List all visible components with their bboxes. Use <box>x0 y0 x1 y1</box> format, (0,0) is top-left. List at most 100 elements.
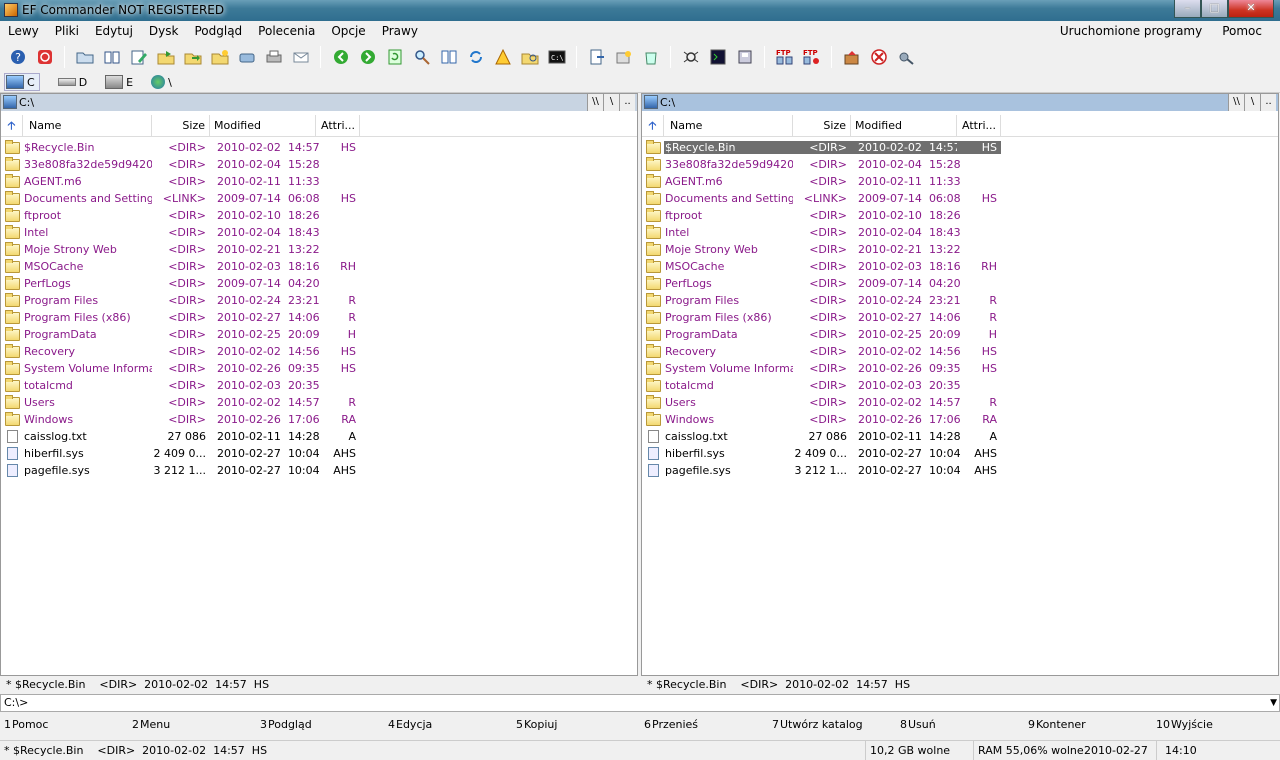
root-button[interactable]: \ <box>1244 94 1260 111</box>
disk-tool-icon[interactable] <box>734 46 756 68</box>
table-row[interactable]: AGENT.m6 <DIR> 2010-02-11 11:33 <box>1 173 637 190</box>
column-size[interactable]: Size <box>152 115 210 136</box>
table-row[interactable]: ftproot <DIR> 2010-02-10 18:26 <box>642 207 1278 224</box>
compare-icon[interactable] <box>438 46 460 68</box>
drive-c-button[interactable]: C <box>4 73 40 91</box>
table-row[interactable]: PerfLogs <DIR> 2009-07-14 04:20 <box>1 275 637 292</box>
up-arrow-icon[interactable]: 🡡 <box>1 115 23 136</box>
f5-copy-button[interactable]: 5Kopiuj <box>512 716 640 734</box>
chevron-down-icon[interactable]: ▼ <box>1270 695 1277 711</box>
warning-icon[interactable] <box>492 46 514 68</box>
print-icon[interactable] <box>263 46 285 68</box>
table-row[interactable]: totalcmd <DIR> 2010-02-03 20:35 <box>1 377 637 394</box>
menu-opcje[interactable]: Opcje <box>323 21 373 42</box>
f7-mkdir-button[interactable]: 7Utwórz katalog <box>768 716 896 734</box>
back-icon[interactable] <box>330 46 352 68</box>
bug-icon[interactable] <box>680 46 702 68</box>
table-row[interactable]: pagefile.sys 3 212 1... 2010-02-27 10:04 AHS <box>1 462 637 479</box>
menu-polecenia[interactable]: Polecenia <box>250 21 323 42</box>
table-row[interactable]: caisslog.txt 27 086 2010-02-11 14:28 A <box>642 428 1278 445</box>
column-attributes[interactable]: Attri... <box>957 115 1001 136</box>
table-row[interactable]: Users <DIR> 2010-02-02 14:57 R <box>1 394 637 411</box>
table-row[interactable]: 33e808fa32de59d9420... <DIR> 2010-02-04 15:… <box>642 156 1278 173</box>
table-row[interactable]: Recovery <DIR> 2010-02-02 14:56 HS <box>1 343 637 360</box>
table-row[interactable]: MSOCache <DIR> 2010-02-03 18:16 RH <box>1 258 637 275</box>
command-line-input[interactable]: C:\> ▼ <box>0 694 1280 712</box>
parent-button[interactable]: .. <box>619 94 635 111</box>
menu-prawy[interactable]: Prawy <box>374 21 426 42</box>
network-drive-button[interactable]: \ <box>151 75 172 89</box>
table-row[interactable]: AGENT.m6 <DIR> 2010-02-11 11:33 <box>642 173 1278 190</box>
sync-icon[interactable] <box>465 46 487 68</box>
table-row[interactable]: ftproot <DIR> 2010-02-10 18:26 <box>1 207 637 224</box>
f2-menu-button[interactable]: 2Menu <box>128 716 256 734</box>
right-path-bar[interactable]: C:\ \\ \ .. <box>642 94 1278 111</box>
network-root-button[interactable]: \\ <box>1228 94 1244 111</box>
menu-pliki[interactable]: Pliki <box>47 21 87 42</box>
table-row[interactable]: Windows <DIR> 2010-02-26 17:06 RA <box>642 411 1278 428</box>
terminal-icon[interactable] <box>707 46 729 68</box>
menu-lewy[interactable]: Lewy <box>0 21 47 42</box>
new-folder-icon[interactable] <box>209 46 231 68</box>
column-modified[interactable]: Modified <box>851 115 957 136</box>
recycle-icon[interactable] <box>640 46 662 68</box>
console-icon[interactable]: C:\ <box>546 46 568 68</box>
book-icon[interactable] <box>101 46 123 68</box>
column-size[interactable]: Size <box>793 115 851 136</box>
menu-edytuj[interactable]: Edytuj <box>87 21 141 42</box>
table-row[interactable]: Program Files <DIR> 2010-02-24 23:21 R <box>642 292 1278 309</box>
tools-icon[interactable] <box>895 46 917 68</box>
table-row[interactable]: hiberfil.sys 2 409 0... 2010-02-27 10:04 AHS <box>1 445 637 462</box>
search-icon[interactable] <box>411 46 433 68</box>
column-modified[interactable]: Modified <box>210 115 316 136</box>
table-row[interactable]: totalcmd <DIR> 2010-02-03 20:35 <box>642 377 1278 394</box>
table-row[interactable]: ProgramData <DIR> 2010-02-25 20:09 H <box>642 326 1278 343</box>
maximize-button[interactable]: □ <box>1201 0 1228 18</box>
table-row[interactable]: Moje Strony Web <DIR> 2010-02-21 13:22 <box>642 241 1278 258</box>
f8-delete-button[interactable]: 8Usuń <box>896 716 1024 734</box>
menu-dysk[interactable]: Dysk <box>141 21 187 42</box>
ftp-connect-icon[interactable]: FTP <box>774 46 796 68</box>
table-row[interactable]: Intel <DIR> 2010-02-04 18:43 <box>642 224 1278 241</box>
f3-view-button[interactable]: 3Podgląd <box>256 716 384 734</box>
column-name[interactable]: Name <box>664 115 793 136</box>
folder-open-icon[interactable] <box>74 46 96 68</box>
left-path-bar[interactable]: C:\ \\ \ .. <box>1 94 637 111</box>
menu-pomoc[interactable]: Pomoc <box>1212 21 1272 42</box>
f10-exit-button[interactable]: 10Wyjście <box>1152 716 1280 734</box>
f1-pomoc-button[interactable]: 1Pomoc <box>0 716 128 734</box>
table-row[interactable]: Documents and Settings <LINK> 2009-07-14 06… <box>1 190 637 207</box>
table-row[interactable]: System Volume Informa... <DIR> 2010-02-26 0… <box>642 360 1278 377</box>
exit-doc-icon[interactable] <box>586 46 608 68</box>
move-icon[interactable] <box>182 46 204 68</box>
table-row[interactable]: Program Files (x86) <DIR> 2010-02-27 14:06 R <box>1 309 637 326</box>
f4-edit-button[interactable]: 4Edycja <box>384 716 512 734</box>
power-icon[interactable] <box>34 46 56 68</box>
forward-icon[interactable] <box>357 46 379 68</box>
column-name[interactable]: Name <box>23 115 152 136</box>
table-row[interactable]: System Volume Informa... <DIR> 2010-02-26 0… <box>1 360 637 377</box>
table-row[interactable]: PerfLogs <DIR> 2009-07-14 04:20 <box>642 275 1278 292</box>
find-folder-icon[interactable] <box>519 46 541 68</box>
table-row[interactable]: caisslog.txt 27 086 2010-02-11 14:28 A <box>1 428 637 445</box>
edit-icon[interactable] <box>128 46 150 68</box>
network-root-button[interactable]: \\ <box>587 94 603 111</box>
install-icon[interactable] <box>841 46 863 68</box>
f9-container-button[interactable]: 9Kontener <box>1024 716 1152 734</box>
menu-running-programs[interactable]: Uruchomione programy <box>1050 21 1212 42</box>
drive-icon[interactable] <box>236 46 258 68</box>
column-attributes[interactable]: Attri... <box>316 115 360 136</box>
table-row[interactable]: Moje Strony Web <DIR> 2010-02-21 13:22 <box>1 241 637 258</box>
table-row[interactable]: Documents and Settings <LINK> 2009-07-14 06… <box>642 190 1278 207</box>
table-row[interactable]: ProgramData <DIR> 2010-02-25 20:09 H <box>1 326 637 343</box>
table-row[interactable]: Recovery <DIR> 2010-02-02 14:56 HS <box>642 343 1278 360</box>
table-row[interactable]: $Recycle.Bin <DIR> 2010-02-02 14:57 HS <box>1 139 637 156</box>
mail-icon[interactable] <box>290 46 312 68</box>
table-row[interactable]: 33e808fa32de59d9420... <DIR> 2010-02-04 15:… <box>1 156 637 173</box>
drive-d-button[interactable]: D <box>57 76 87 89</box>
table-row[interactable]: $Recycle.Bin <DIR> 2010-02-02 14:57 HS <box>642 139 1278 156</box>
drive-e-button[interactable]: E <box>105 75 133 89</box>
pack-icon[interactable] <box>613 46 635 68</box>
refresh-icon[interactable] <box>384 46 406 68</box>
table-row[interactable]: pagefile.sys 3 212 1... 2010-02-27 10:04 AHS <box>642 462 1278 479</box>
